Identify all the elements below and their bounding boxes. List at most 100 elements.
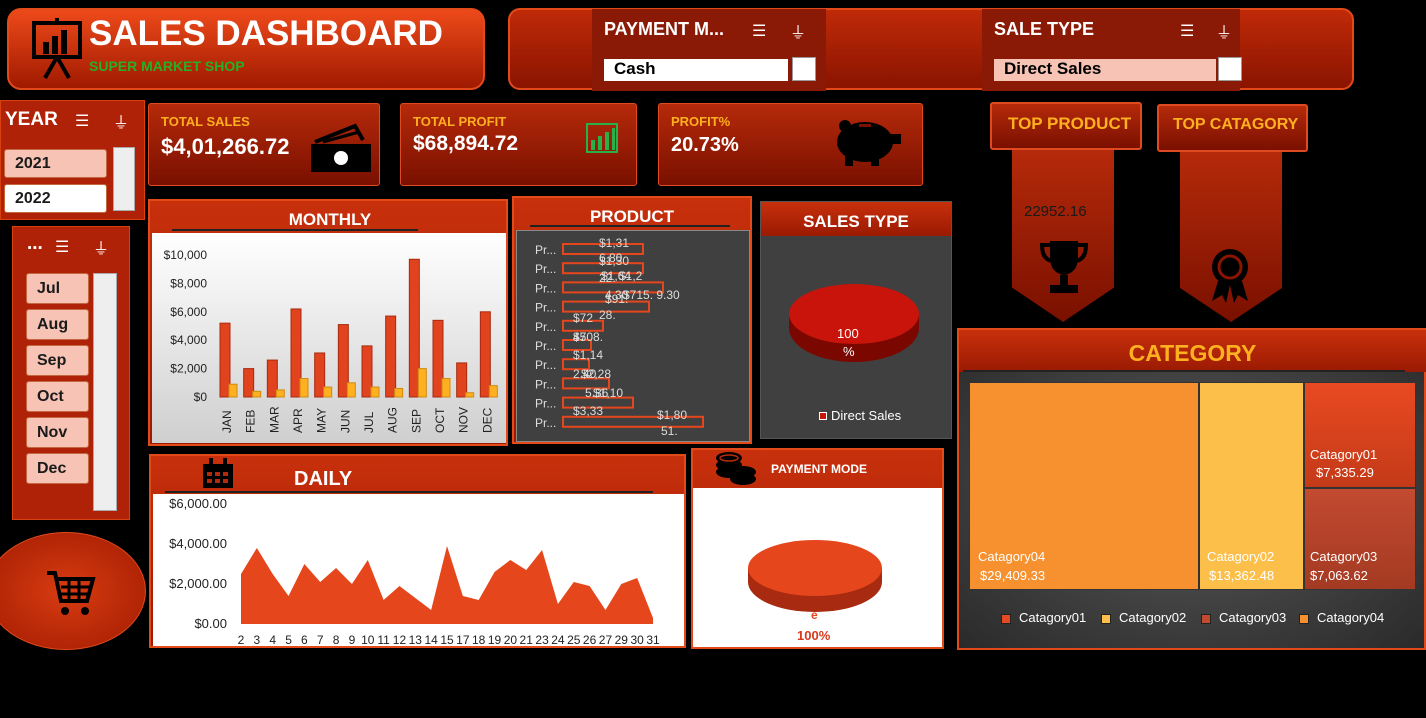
month-item[interactable]: Dec [26, 453, 89, 484]
monthly-panel: MONTHLY $10,000 $8,000 $6,000 $4,000 $2,000 $… [148, 199, 508, 446]
bar-series1 [243, 368, 255, 398]
product-row-label: Pr... [535, 243, 556, 257]
shopping-cart-icon [47, 571, 96, 615]
product-data-label: $3,33 [573, 404, 603, 418]
year-item[interactable]: 2022 [4, 184, 107, 213]
year-item[interactable]: 2021 [4, 149, 107, 178]
x-tick-label: AUG [386, 407, 400, 433]
legend-swatch [1001, 614, 1011, 624]
category-title-underline [963, 370, 1405, 372]
legend-swatch [1101, 614, 1111, 624]
bar-series1 [456, 362, 468, 398]
daily-title: DAILY [294, 468, 353, 490]
legend-label: Catagory02 [1119, 610, 1187, 625]
x-tick-label: 9 [349, 633, 356, 646]
salestype-pie-pct: 100 [837, 326, 859, 341]
x-tick-label: NOV [457, 407, 471, 433]
category-panel: CATEGORY Catagory04 $29,409.33 Catagory0… [957, 328, 1426, 650]
multi-select-icon[interactable]: ☰ [752, 21, 766, 41]
x-tick-label: FEB [244, 410, 258, 433]
legend-label: Catagory01 [1019, 610, 1087, 625]
year-slicer-scrollbar[interactable] [113, 147, 135, 211]
calendar-icon [203, 458, 233, 488]
bar-series2 [394, 387, 404, 398]
month-item[interactable]: Sep [26, 345, 89, 376]
month-slicer-title: ... [27, 233, 43, 254]
y-tick-label: $2,000.00 [169, 576, 227, 591]
award-ribbon-icon [1212, 249, 1248, 303]
x-tick-label: 10 [361, 633, 375, 646]
product-row-label: Pr... [535, 397, 556, 411]
top-category-label: TOP CATAGORY [1173, 116, 1299, 133]
cart-button[interactable] [0, 532, 146, 650]
bar-series2 [275, 389, 285, 398]
trophy-icon [1039, 241, 1089, 293]
payment-mode-pie [748, 540, 882, 612]
product-chart: Pr... Pr... Pr... Pr... Pr... Pr... Pr... Pr...… [516, 230, 750, 442]
product-data-label: 22. [599, 271, 616, 285]
product-row-label: Pr... [535, 262, 556, 276]
clear-filter-icon[interactable]: ⏚ [93, 235, 109, 259]
payment-mode-panel: PAYMENT MODE e 100% [691, 448, 944, 649]
product-data-label: $72 [573, 311, 593, 325]
x-tick-label: 26 [583, 633, 597, 646]
tile-name: Catagory03 [1310, 549, 1378, 564]
saletype-filter-value[interactable]: Direct Sales [994, 59, 1216, 81]
multi-select-icon[interactable]: ☰ [75, 111, 89, 131]
clear-filter-icon[interactable]: ⏚ [113, 109, 129, 133]
legend-swatch [1201, 614, 1211, 624]
clear-filter-icon[interactable]: ⏚ [790, 19, 806, 43]
payment-filter: PAYMENT M... ☰ ⏚ Cash [592, 9, 826, 91]
y-tick-label: $4,000 [170, 333, 207, 347]
tile-value: $13,362.48 [1209, 568, 1275, 583]
x-tick-label: 4 [269, 633, 276, 646]
bar-series2 [228, 383, 238, 398]
bar-series1 [337, 324, 349, 398]
payment-mode-title: PAYMENT MODE [771, 462, 868, 476]
x-tick-label: 6 [301, 633, 308, 646]
saletype-filter-scroll[interactable] [1218, 57, 1242, 81]
payment-filter-scroll[interactable] [792, 57, 816, 81]
tile-value: $7,335.29 [1316, 465, 1374, 480]
growth-chart-icon [586, 123, 618, 153]
y-tick-label: $0 [194, 390, 208, 404]
monthly-title: MONTHLY [288, 210, 372, 229]
x-tick-label: 5 [285, 633, 292, 646]
product-data-label: 45 [573, 330, 587, 344]
multi-select-icon[interactable]: ☰ [1180, 21, 1194, 41]
product-data-label: $715. 9.30 [623, 288, 680, 302]
product-row-label: Pr... [535, 320, 556, 334]
treemap-tile: Catagory01 $7,335.29 [1304, 382, 1416, 488]
payment-mode-pct: 100% [797, 628, 831, 643]
year-slicer-title: YEAR [5, 109, 58, 130]
x-tick-label: 18 [472, 633, 486, 646]
category-treemap: Catagory04 $29,409.33 Catagory02 $13,362… [969, 382, 1417, 590]
month-item[interactable]: Nov [26, 417, 89, 448]
x-tick-label: DEC [480, 407, 494, 433]
x-tick-label: JUN [338, 410, 352, 433]
month-item[interactable]: Jul [26, 273, 89, 304]
product-data-label: $1,80 [657, 408, 687, 422]
x-tick-label: MAY [315, 408, 329, 433]
month-item[interactable]: Aug [26, 309, 89, 340]
payment-filter-value[interactable]: Cash [604, 59, 788, 81]
daily-chart: $6,000.00$4,000.00$2,000.00$0.002 3 4 5 6 7 8 9… [153, 494, 684, 646]
legend-swatch [1299, 614, 1309, 624]
month-slicer-scrollbar[interactable] [93, 273, 117, 511]
y-tick-label: $8,000 [170, 276, 207, 290]
product-panel: PRODUCT Pr... Pr... Pr... Pr... Pr... Pr... Pr… [512, 196, 752, 444]
product-row-label: Pr... [535, 358, 556, 372]
daily-title-underline [165, 491, 653, 493]
product-title: PRODUCT [589, 207, 675, 226]
category-title: CATEGORY [1128, 340, 1257, 366]
x-tick-label: 21 [520, 633, 534, 646]
x-tick-label: JAN [220, 410, 234, 433]
bar-series2 [465, 392, 475, 398]
multi-select-icon[interactable]: ☰ [55, 237, 69, 257]
product-data-label: $1,10 [593, 386, 623, 400]
clear-filter-icon[interactable]: ⏚ [1216, 19, 1232, 43]
category-legend: Catagory01 Catagory02 Catagory03 Catagor… [1001, 610, 1401, 628]
x-tick-label: OCT [433, 407, 447, 433]
tile-name: Catagory04 [978, 549, 1046, 564]
month-item[interactable]: Oct [26, 381, 89, 412]
